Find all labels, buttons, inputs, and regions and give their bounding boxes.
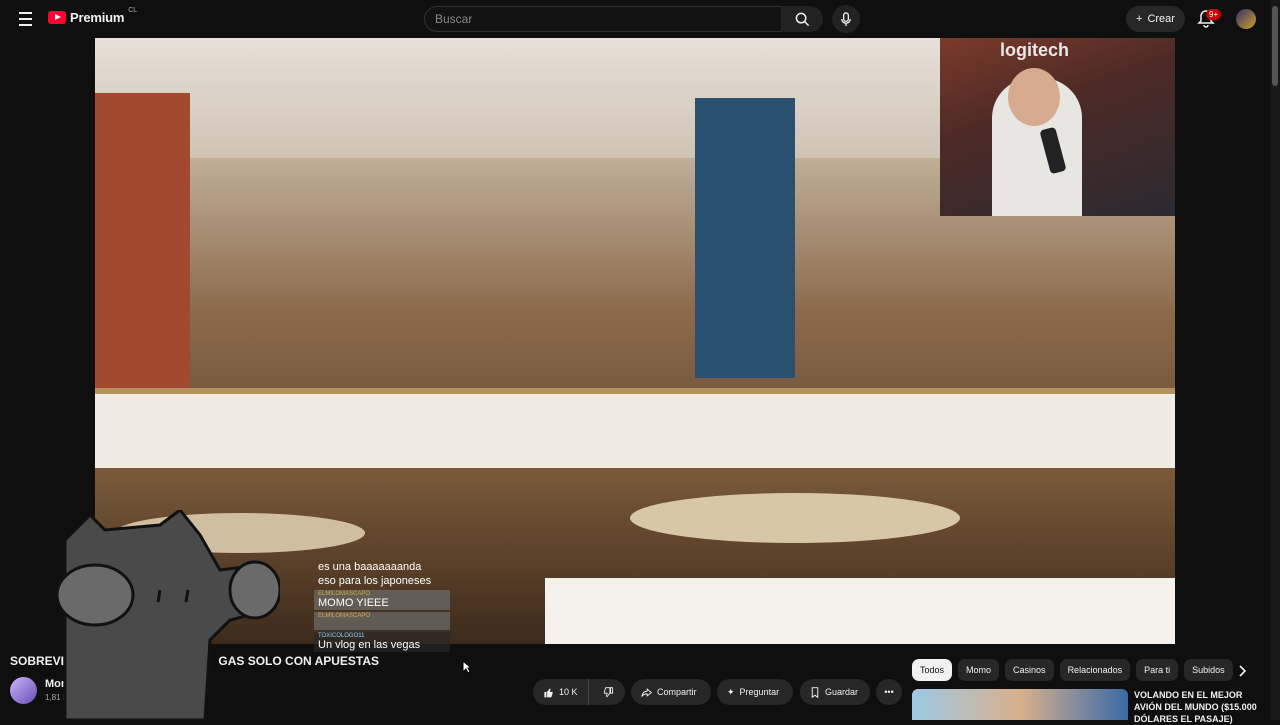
page-scrollbar[interactable]	[1270, 0, 1280, 720]
share-label: Compartir	[657, 687, 697, 697]
search-icon	[795, 12, 809, 26]
chip-para-ti[interactable]: Para ti	[1136, 659, 1179, 681]
like-dislike-group: 10 K	[533, 679, 625, 705]
chat-line: es una baaaaaaanda	[318, 561, 422, 573]
recommendation-chips: Todos Momo Casinos Relacionados Para ti …	[912, 659, 1252, 683]
chat-message: TOXICOLOGO11 Un vlog en las vegas	[314, 632, 450, 652]
chat-message: ELMILOMASCAPO MOMO YIEEE	[314, 590, 450, 610]
logo-text: Premium	[70, 10, 125, 25]
scrollbar-thumb[interactable]	[1272, 6, 1278, 86]
sparkle-icon: ✦	[727, 686, 735, 697]
like-count: 10 K	[559, 687, 578, 697]
more-actions-button[interactable]: •••	[876, 679, 902, 705]
search-box	[424, 6, 782, 32]
chat-text: Un vlog en las vegas	[318, 639, 421, 651]
voice-search-button[interactable]	[832, 5, 860, 33]
chip-relacionados[interactable]: Relacionados	[1059, 659, 1131, 681]
menu-icon[interactable]	[12, 6, 38, 32]
notification-badge: 9+	[1206, 9, 1222, 20]
chip-momo[interactable]: Momo	[958, 659, 1000, 681]
share-button[interactable]: Compartir	[631, 679, 711, 705]
youtube-logo-icon	[48, 11, 66, 24]
dislike-button[interactable]	[594, 679, 623, 705]
thumbs-down-icon	[603, 686, 613, 697]
chips-next-button[interactable]	[1232, 660, 1254, 682]
save-button[interactable]: Guardar	[800, 679, 870, 705]
cat-mascot-overlay	[55, 510, 280, 720]
video-scene-pillar	[95, 93, 190, 393]
plus-icon: +	[1136, 13, 1143, 25]
save-label: Guardar	[825, 687, 859, 697]
chevron-right-icon	[1239, 665, 1247, 677]
chat-line: eso para los japoneses	[318, 575, 432, 587]
chat-text: MOMO YIEEE	[318, 597, 389, 609]
search-button[interactable]	[781, 6, 823, 32]
youtube-premium-logo[interactable]: Premium CL	[48, 7, 138, 25]
webcam-brand-sign: logitech	[1000, 40, 1070, 60]
video-scene-booths	[95, 388, 1175, 474]
top-bar: Premium CL + Crear 9+	[0, 0, 1280, 38]
more-dots-icon: •••	[884, 687, 894, 697]
thumbs-up-icon	[544, 687, 553, 697]
streamer-webcam: logitech	[940, 38, 1175, 216]
account-avatar[interactable]	[1236, 9, 1256, 29]
chat-message: ELMILOMASCAPO	[314, 612, 450, 630]
chat-text	[318, 619, 446, 629]
chip-casinos[interactable]: Casinos	[1005, 659, 1054, 681]
microphone-icon	[841, 11, 851, 26]
ask-label: Preguntar	[739, 687, 780, 697]
streamer-head	[1008, 68, 1060, 126]
share-icon	[641, 687, 652, 697]
search-input[interactable]	[425, 7, 775, 31]
video-scene-front-booth	[545, 578, 1175, 644]
bookmark-icon	[811, 686, 819, 698]
recommended-video-thumbnail[interactable]	[912, 689, 1128, 720]
create-label: Crear	[1147, 13, 1175, 25]
video-scene-pillar	[695, 98, 795, 378]
chip-subidos[interactable]: Subidos	[1184, 659, 1233, 681]
video-scene-table	[630, 493, 960, 543]
create-button[interactable]: + Crear	[1126, 6, 1185, 32]
chat-overlay: es una baaaaaaanda eso para los japonese…	[314, 560, 450, 652]
ask-button[interactable]: ✦ Preguntar	[717, 679, 793, 705]
country-code: CL	[128, 7, 138, 14]
mouse-cursor-icon	[462, 660, 472, 674]
chip-todos[interactable]: Todos	[912, 659, 953, 681]
like-button[interactable]: 10 K	[533, 679, 589, 705]
